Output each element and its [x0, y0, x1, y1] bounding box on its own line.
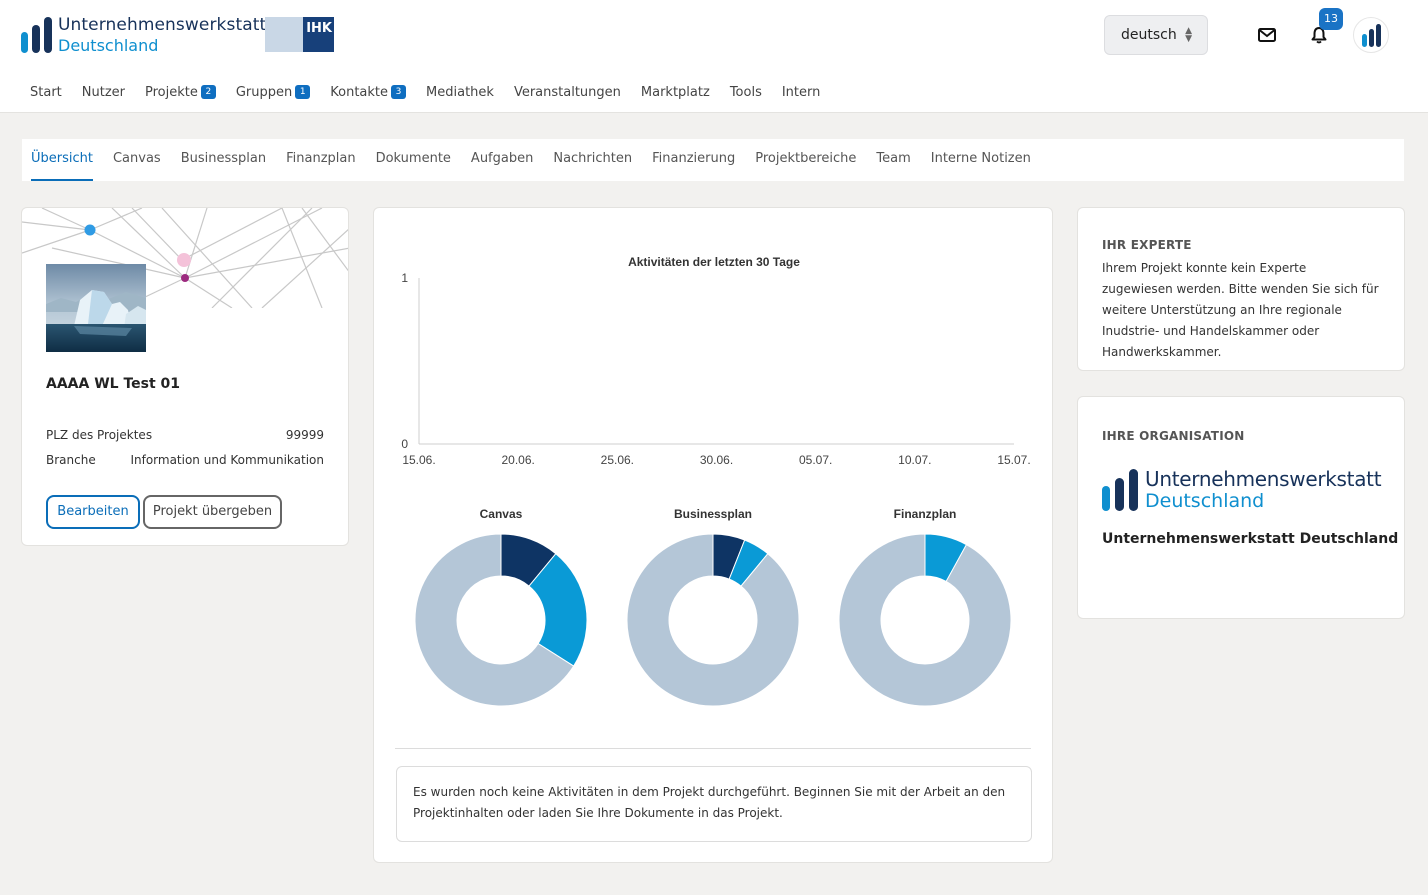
nav-item-projekte[interactable]: Projekte 2 — [145, 82, 216, 102]
nav-item-label: Kontakte — [330, 84, 389, 100]
y-tick-label: 0 — [401, 437, 408, 451]
y-tick-label: 1 — [401, 271, 408, 285]
sort-arrows-icon: ▲ ▼ — [1185, 26, 1192, 44]
activity-charts: Aktivitäten der letzten 30 Tage 0 1 15.06. 2… — [401, 255, 1031, 707]
branche-row: Branche Information und Kommunikation — [46, 453, 324, 467]
top-header: Unternehmenswerkstatt Deutschland IHK de… — [0, 0, 1428, 113]
transfer-project-button[interactable]: Projekt übergeben — [143, 495, 282, 529]
nav-item-intern[interactable]: Intern — [782, 82, 821, 102]
donut-slice — [838, 533, 1012, 707]
nav-item-nutzer[interactable]: Nutzer — [82, 82, 125, 102]
tab-aufgaben[interactable]: Aufgaben — [471, 139, 533, 181]
organisation-name: Unternehmenswerkstatt Deutschland — [1102, 531, 1399, 547]
tab-projektbereiche[interactable]: Projektbereiche — [755, 139, 856, 181]
x-tick-label: 25.06. — [601, 453, 634, 467]
nav-item-label: Projekte — [145, 84, 198, 100]
tab-businessplan[interactable]: Businessplan — [181, 139, 266, 181]
logo-bars-icon — [1102, 469, 1138, 511]
x-tick-label: 15.07. — [997, 453, 1030, 467]
organisation-logo-line2: Deutschland — [1145, 490, 1265, 512]
project-card: AAAA WL Test 01 PLZ des Projektes 99999 … — [21, 207, 349, 546]
nav-item-label: Gruppen — [235, 84, 293, 100]
organisation-logo[interactable]: Unternehmenswerkstatt Deutschland — [1102, 467, 1392, 513]
tab-interne-notizen[interactable]: Interne Notizen — [931, 139, 1031, 181]
donut-title: Finanzplan — [894, 507, 957, 521]
nav-item-label: Mediathek — [426, 84, 494, 100]
nav-item-gruppen[interactable]: Gruppen 1 — [235, 82, 311, 102]
nav-item-label: Tools — [729, 84, 762, 100]
main-navigation: Start Nutzer Projekte 2 Gruppen 1 Kontakte… — [30, 82, 840, 102]
user-avatar[interactable] — [1353, 17, 1389, 53]
plz-row: PLZ des Projektes 99999 — [46, 428, 324, 442]
site-logo[interactable]: Unternehmenswerkstatt Deutschland — [21, 15, 266, 55]
nav-item-start[interactable]: Start — [30, 82, 62, 102]
ihk-logo[interactable]: IHK — [265, 17, 334, 52]
donut-title: Businessplan — [674, 507, 752, 521]
x-tick-label: 30.06. — [700, 453, 733, 467]
logo-text-line1: Unternehmenswerkstatt — [58, 15, 267, 35]
tab-canvas[interactable]: Canvas — [113, 139, 161, 181]
notification-count-badge[interactable]: 13 — [1319, 8, 1343, 30]
expert-card: IHR EXPERTE Ihrem Projekt konnte kein Ex… — [1077, 207, 1405, 371]
x-tick-label: 15.06. — [402, 453, 435, 467]
divider — [395, 748, 1031, 749]
expert-text: Ihrem Projekt konnte kein Experte zugewi… — [1102, 261, 1379, 359]
organisation-heading: IHRE ORGANISATION — [1102, 429, 1245, 443]
organisation-card: IHRE ORGANISATION Unternehmenswerkstatt … — [1077, 396, 1405, 619]
project-title: AAAA WL Test 01 — [46, 376, 181, 392]
nav-count-badge: 1 — [295, 85, 311, 99]
nav-count-badge: 2 — [200, 85, 216, 99]
tab-uebersicht[interactable]: Übersicht — [31, 139, 93, 181]
tab-finanzplan[interactable]: Finanzplan — [286, 139, 355, 181]
nav-count-badge: 3 — [391, 85, 407, 99]
project-tabs: Übersicht Canvas Businessplan Finanzplan… — [22, 139, 1404, 181]
donut-title: Canvas — [480, 507, 523, 521]
project-image — [46, 264, 146, 352]
language-value: deutsch — [1121, 27, 1177, 43]
logo-bars-icon — [21, 17, 52, 53]
nav-item-veranstaltungen[interactable]: Veranstaltungen — [514, 82, 621, 102]
plz-label: PLZ des Projektes — [46, 428, 153, 442]
expert-heading: IHR EXPERTE — [1102, 238, 1192, 252]
x-tick-label: 20.06. — [501, 453, 534, 467]
branche-label: Branche — [46, 453, 96, 467]
nav-item-marktplatz[interactable]: Marktplatz — [641, 82, 710, 102]
activity-card: Aktivitäten der letzten 30 Tage 0 1 15.06. 2… — [373, 207, 1053, 863]
organisation-logo-line1: Unternehmenswerkstatt — [1145, 467, 1382, 491]
nav-item-label: Start — [30, 84, 62, 100]
chart-title: Aktivitäten der letzten 30 Tage — [628, 255, 800, 269]
nav-item-mediathek[interactable]: Mediathek — [426, 82, 494, 102]
nav-item-label: Intern — [781, 84, 821, 100]
tab-team[interactable]: Team — [876, 139, 910, 181]
nav-item-label: Marktplatz — [640, 84, 710, 100]
x-tick-label: 10.07. — [898, 453, 931, 467]
no-activity-message: Es wurden noch keine Aktivitäten in dem … — [396, 766, 1032, 842]
plz-value: 99999 — [285, 428, 324, 442]
tab-finanzierung[interactable]: Finanzierung — [652, 139, 735, 181]
logo-text-line2: Deutschland — [58, 36, 159, 55]
nav-item-tools[interactable]: Tools — [730, 82, 762, 102]
nav-item-label: Nutzer — [81, 84, 125, 100]
language-select[interactable]: deutsch ▲ ▼ — [1104, 15, 1208, 55]
mail-icon[interactable] — [1258, 28, 1276, 42]
nav-item-label: Veranstaltungen — [513, 84, 621, 100]
branche-value: Information und Kommunikation — [130, 453, 324, 467]
x-tick-label: 05.07. — [799, 453, 832, 467]
ihk-logo-text: IHK — [306, 21, 332, 36]
donut-slice — [626, 533, 800, 707]
user-avatar-icon — [1362, 24, 1381, 47]
tab-dokumente[interactable]: Dokumente — [376, 139, 451, 181]
nav-item-kontakte[interactable]: Kontakte 3 — [330, 82, 407, 102]
tab-nachrichten[interactable]: Nachrichten — [553, 139, 632, 181]
edit-button[interactable]: Bearbeiten — [46, 495, 140, 529]
